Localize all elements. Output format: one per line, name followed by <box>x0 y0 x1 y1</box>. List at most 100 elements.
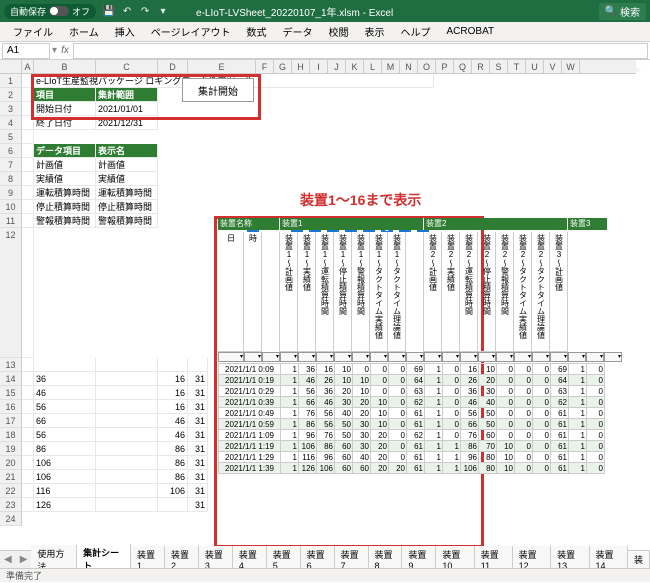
data-cell[interactable]: 0 <box>371 364 389 375</box>
data-cell[interactable]: 0 <box>533 463 551 474</box>
data-cell[interactable]: 1 <box>425 463 443 474</box>
cell[interactable] <box>22 470 34 484</box>
col-header-M[interactable]: M <box>382 60 400 73</box>
column-header-vertical[interactable]: 装置1～停止積算時間 <box>334 232 352 352</box>
data-cell[interactable]: 30 <box>353 419 371 430</box>
filter-dropdown[interactable]: ▾ <box>442 352 460 362</box>
ribbon-tab-数式[interactable]: 数式 <box>240 22 274 41</box>
row-header[interactable]: 12 <box>0 228 22 358</box>
data-cell[interactable]: 10 <box>479 364 497 375</box>
row-header[interactable]: 14 <box>0 372 22 386</box>
data-cell[interactable]: 61 <box>551 441 569 452</box>
data-cell[interactable]: 61 <box>551 463 569 474</box>
data-cell[interactable]: 61 <box>551 430 569 441</box>
data-cell[interactable]: 86 <box>299 419 317 430</box>
column-header-vertical[interactable]: 装置2～運転積算時間 <box>460 232 478 352</box>
data-cell[interactable]: 20 <box>371 452 389 463</box>
cell[interactable]: 46 <box>158 428 188 442</box>
data-cell[interactable]: 10 <box>335 364 353 375</box>
data-cell[interactable]: 0 <box>587 419 605 430</box>
col-header-T[interactable]: T <box>508 60 526 73</box>
row-header[interactable]: 6 <box>0 144 22 158</box>
data-cell[interactable]: 0 <box>533 397 551 408</box>
data-cell[interactable]: 0 <box>497 430 515 441</box>
filter-dropdown[interactable]: ▾ <box>244 352 262 362</box>
ribbon-tab-ファイル[interactable]: ファイル <box>6 22 60 41</box>
col-header-G[interactable]: G <box>274 60 292 73</box>
cell[interactable] <box>22 358 34 372</box>
cell[interactable] <box>96 358 158 372</box>
data-cell[interactable]: 69 <box>407 364 425 375</box>
cell[interactable]: 86 <box>158 456 188 470</box>
ribbon-tab-ACROBAT[interactable]: ACROBAT <box>440 24 502 39</box>
data-cell[interactable]: 0 <box>533 419 551 430</box>
data-cell[interactable]: 96 <box>461 452 479 463</box>
data-cell[interactable]: 20 <box>371 463 389 474</box>
cell[interactable] <box>96 372 158 386</box>
cell[interactable]: 運転積算時間 <box>34 186 96 200</box>
row-header[interactable]: 8 <box>0 172 22 186</box>
ribbon-tab-校閲[interactable]: 校閲 <box>322 22 356 41</box>
data-cell[interactable]: 0 <box>389 419 407 430</box>
cell[interactable]: 停止積算時間 <box>96 200 158 214</box>
search-box[interactable]: 🔍 検索 <box>599 3 646 20</box>
data-cell[interactable]: 0 <box>587 375 605 386</box>
cell[interactable] <box>22 228 34 358</box>
col-header-U[interactable]: U <box>526 60 544 73</box>
cell[interactable] <box>22 88 34 102</box>
data-cell[interactable]: 0 <box>587 441 605 452</box>
data-cell[interactable]: 10 <box>353 386 371 397</box>
cell[interactable]: 運転積算時間 <box>96 186 158 200</box>
data-cell[interactable]: 126 <box>299 463 317 474</box>
data-cell[interactable]: 2021/1/1 1:29 <box>219 452 281 463</box>
data-cell[interactable]: 0 <box>533 375 551 386</box>
data-cell[interactable]: 0 <box>389 364 407 375</box>
row-header[interactable]: 15 <box>0 386 22 400</box>
data-cell[interactable]: 40 <box>479 397 497 408</box>
cell[interactable] <box>22 484 34 498</box>
cell[interactable]: 終了日付 <box>34 116 96 130</box>
data-cell[interactable]: 1 <box>569 386 587 397</box>
data-cell[interactable]: 20 <box>353 397 371 408</box>
data-cell[interactable]: 76 <box>461 430 479 441</box>
cell[interactable] <box>22 130 34 144</box>
data-cell[interactable]: 60 <box>335 441 353 452</box>
col-header-I[interactable]: I <box>310 60 328 73</box>
col-header-F[interactable]: F <box>256 60 274 73</box>
data-cell[interactable]: 0 <box>587 452 605 463</box>
data-cell[interactable]: 50 <box>479 419 497 430</box>
cell[interactable]: 警報積算時間 <box>96 214 158 228</box>
filter-dropdown[interactable]: ▾ <box>280 352 298 362</box>
data-cell[interactable]: 50 <box>335 430 353 441</box>
data-cell[interactable]: 106 <box>461 463 479 474</box>
data-cell[interactable]: 63 <box>551 386 569 397</box>
data-cell[interactable]: 26 <box>317 375 335 386</box>
cell[interactable] <box>96 470 158 484</box>
redo-icon[interactable]: ↷ <box>138 4 152 18</box>
row-header[interactable]: 3 <box>0 102 22 116</box>
data-cell[interactable]: 0 <box>587 397 605 408</box>
data-cell[interactable]: 0 <box>515 408 533 419</box>
cell[interactable]: 31 <box>188 414 208 428</box>
col-header-J[interactable]: J <box>328 60 346 73</box>
data-cell[interactable]: 60 <box>335 452 353 463</box>
row-header[interactable]: 5 <box>0 130 22 144</box>
worksheet[interactable]: ABCDEFGHIJKLMNOPQRSTUVW 1e-LIoT生産監視パッケージ… <box>0 60 650 560</box>
data-cell[interactable]: 1 <box>281 375 299 386</box>
data-cell[interactable]: 1 <box>281 364 299 375</box>
cell[interactable] <box>22 102 34 116</box>
aggregate-button[interactable]: 集計開始 <box>182 78 254 102</box>
filter-dropdown[interactable]: ▾ <box>604 352 622 362</box>
data-cell[interactable]: 16 <box>461 364 479 375</box>
fx-icon[interactable]: fx <box>57 45 73 56</box>
data-cell[interactable]: 0 <box>497 419 515 430</box>
column-header-vertical[interactable]: 装置1～タクトタイム実績値 <box>370 232 388 352</box>
cell[interactable] <box>22 386 34 400</box>
cell[interactable] <box>22 186 34 200</box>
cell[interactable]: 31 <box>188 372 208 386</box>
column-header-vertical[interactable]: 装置3～計画値 <box>550 232 568 352</box>
data-cell[interactable]: 2021/1/1 0:59 <box>219 419 281 430</box>
data-cell[interactable]: 60 <box>335 463 353 474</box>
data-cell[interactable]: 0 <box>587 386 605 397</box>
col-header-P[interactable]: P <box>436 60 454 73</box>
